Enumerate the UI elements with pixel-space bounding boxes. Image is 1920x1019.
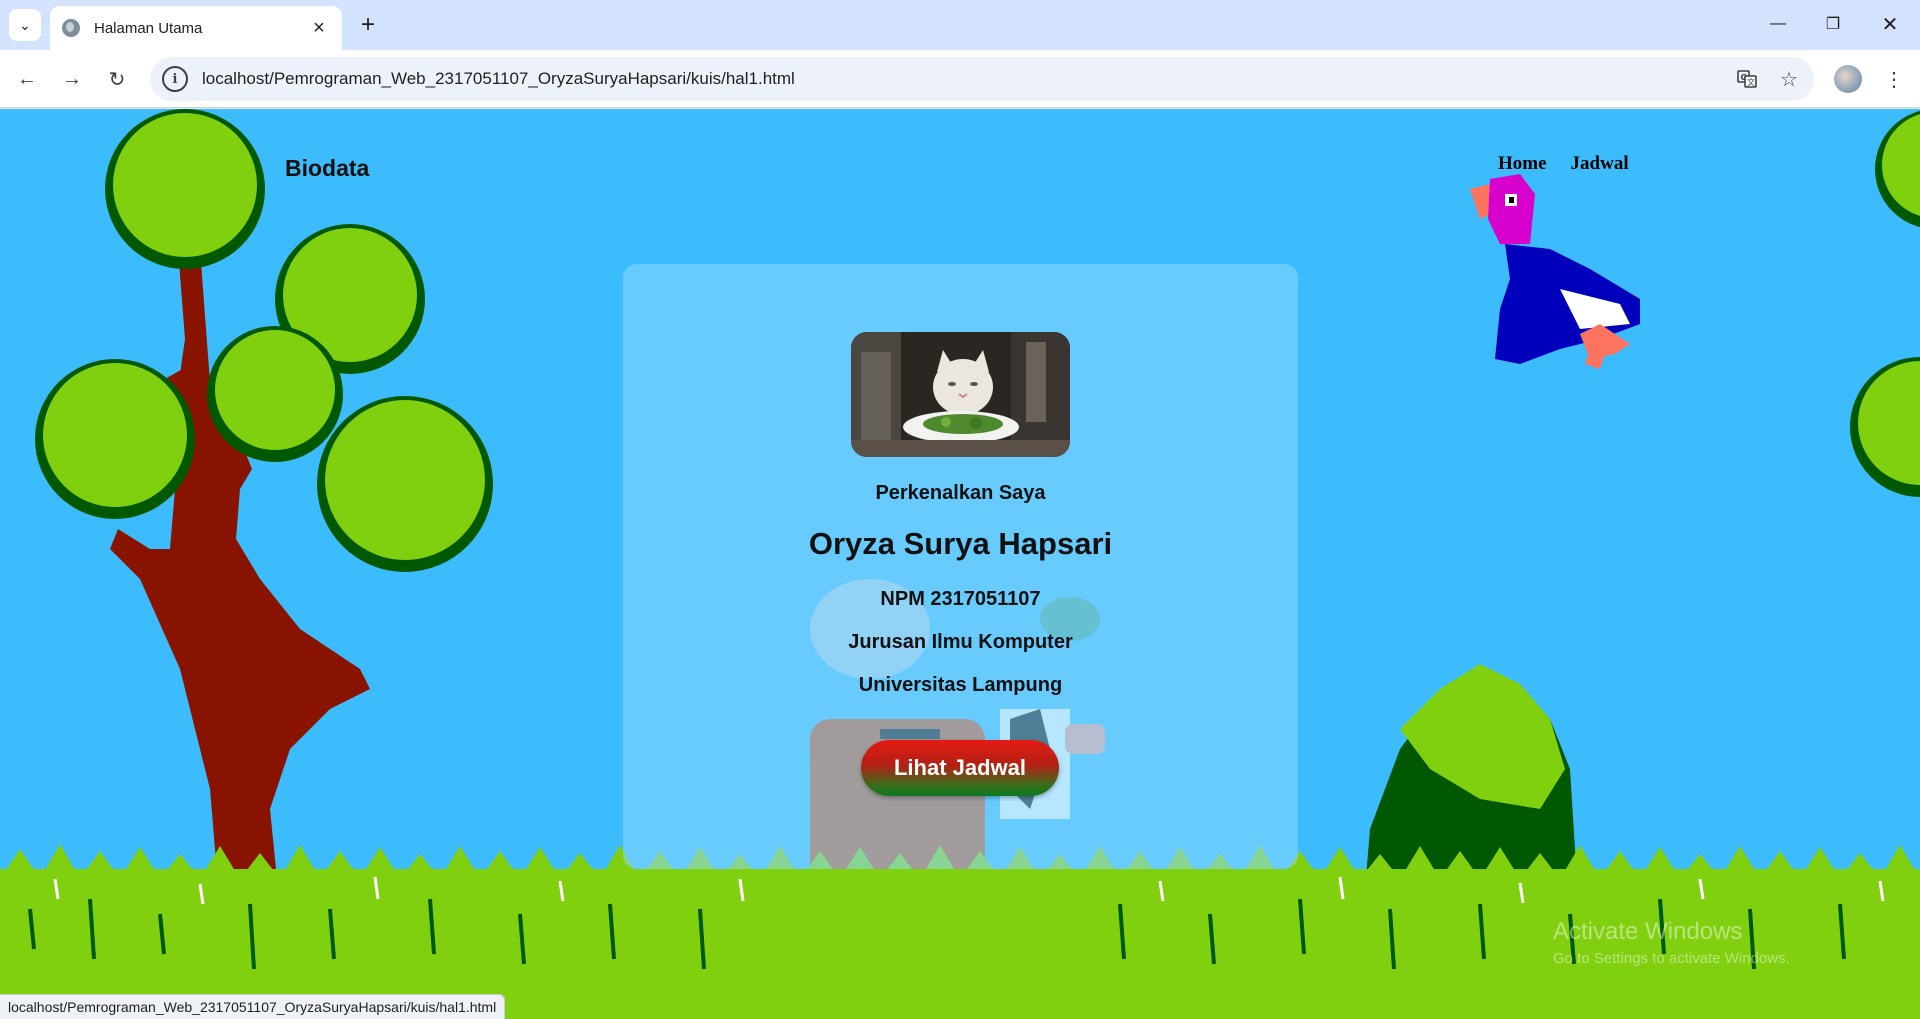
plus-icon: + — [360, 11, 375, 38]
greeting-text: Perkenalkan Saya — [875, 482, 1046, 504]
tab-title: Halaman Utama — [94, 19, 203, 37]
nav-jadwal-link[interactable]: Jadwal — [1571, 153, 1629, 175]
reload-icon: ↻ — [108, 68, 126, 91]
tab-search-button[interactable]: ⌄ — [9, 9, 41, 41]
university-text: Universitas Lampung — [858, 674, 1063, 696]
duck-sprite — [1470, 174, 1640, 369]
svg-text:文: 文 — [1747, 77, 1755, 87]
tab-strip: ⌄ Halaman Utama × + — ❐ ✕ — [0, 0, 1920, 50]
page-viewport: Biodata Home Jadwal Perkenalkan Saya Ory… — [0, 109, 1920, 1019]
profile-card: Perkenalkan Saya Oryza Surya Hapsari NPM… — [623, 264, 1298, 869]
close-window-button[interactable]: ✕ — [1867, 8, 1913, 40]
npm-text: NPM 2317051107 — [880, 588, 1041, 610]
restore-button[interactable]: ❐ — [1810, 8, 1856, 40]
profile-photo — [851, 332, 1070, 457]
profile-name: Oryza Surya Hapsari — [808, 526, 1113, 561]
restore-icon: ❐ — [1825, 16, 1841, 33]
site-brand: Biodata — [285, 155, 370, 181]
view-schedule-button[interactable]: Lihat Jadwal — [861, 740, 1059, 796]
windows-activation-watermark: Activate Windows Go to Settings to activ… — [1553, 918, 1790, 967]
close-icon: ✕ — [1881, 13, 1899, 36]
info-icon[interactable]: i — [162, 66, 188, 92]
minimize-button[interactable]: — — [1755, 8, 1801, 40]
status-bar-url: localhost/Pemrograman_Web_2317051107_Ory… — [0, 994, 506, 1019]
right-tree-foliage — [1850, 110, 1920, 497]
translate-icon[interactable]: G文 — [1730, 62, 1764, 96]
watermark-subtitle: Go to Settings to activate Windows. — [1553, 950, 1790, 967]
cat-at-table-image — [851, 332, 1070, 457]
watermark-title: Activate Windows — [1553, 918, 1743, 945]
tab-active[interactable]: Halaman Utama × — [50, 6, 342, 50]
browser-toolbar: ← → ↻ i localhost/Pemrograman_Web_231705… — [0, 50, 1920, 108]
reload-button[interactable]: ↻ — [100, 62, 134, 96]
translate-glyph: G文 — [1737, 70, 1757, 88]
major-text: Jurusan Ilmu Komputer — [848, 631, 1073, 653]
address-bar[interactable]: i localhost/Pemrograman_Web_2317051107_O… — [150, 57, 1814, 101]
star-icon[interactable]: ☆ — [1772, 62, 1806, 96]
more-vertical-icon[interactable]: ⋮ — [1880, 62, 1908, 96]
chevron-down-icon: ⌄ — [19, 16, 31, 33]
url-text[interactable]: localhost/Pemrograman_Web_2317051107_Ory… — [202, 69, 1730, 89]
globe-icon — [62, 19, 80, 37]
minimize-icon: — — [1770, 15, 1786, 32]
back-button[interactable]: ← — [10, 62, 44, 96]
nav-home-link[interactable]: Home — [1498, 153, 1547, 175]
avatar[interactable] — [1834, 65, 1862, 93]
main-nav: Home Jadwal — [1498, 153, 1629, 175]
new-tab-button[interactable]: + — [352, 9, 384, 41]
forward-arrow-icon: → — [62, 67, 82, 90]
back-arrow-icon: ← — [17, 67, 37, 90]
close-icon[interactable]: × — [308, 17, 330, 40]
forward-button[interactable]: → — [55, 62, 89, 96]
tree-foliage — [35, 109, 493, 572]
